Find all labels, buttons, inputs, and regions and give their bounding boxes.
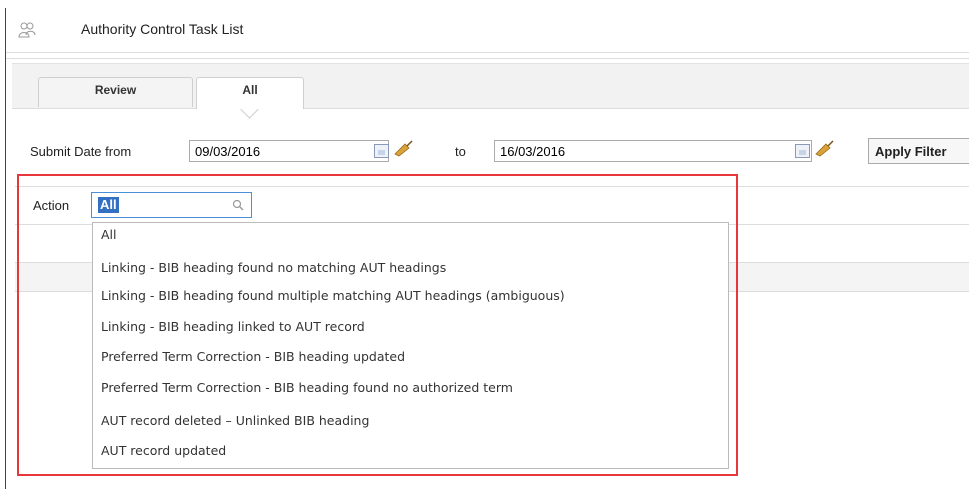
dropdown-option[interactable]: Linking - BIB heading found multiple mat…	[101, 286, 565, 306]
dropdown-option[interactable]: Preferred Term Correction - BIB heading …	[101, 378, 513, 398]
action-dropdown-list: All Linking - BIB heading found no match…	[92, 222, 729, 469]
tab-review[interactable]: Review	[38, 77, 193, 107]
calendar-icon-to[interactable]	[795, 144, 810, 158]
tab-bar: Review All	[12, 63, 969, 119]
clear-date-to-icon[interactable]	[814, 140, 834, 158]
dropdown-option[interactable]: AUT record deleted – Unlinked BIB headin…	[101, 411, 369, 431]
clear-date-icon[interactable]	[393, 140, 413, 158]
date-to-input[interactable]	[494, 140, 812, 162]
apply-filter-button[interactable]: Apply Filter	[868, 138, 969, 164]
users-icon	[18, 22, 36, 38]
dropdown-option[interactable]: All	[101, 225, 117, 245]
dropdown-option[interactable]: AUT record updated	[101, 441, 226, 461]
action-selected-value: All	[98, 197, 119, 213]
active-tab-pointer	[240, 100, 259, 119]
header-divider	[6, 58, 969, 59]
search-icon	[232, 199, 244, 211]
date-to-label: to	[455, 144, 466, 159]
action-filter-combobox[interactable]: All	[91, 192, 252, 218]
dropdown-option[interactable]: Preferred Term Correction - BIB heading …	[101, 347, 405, 367]
title-bar: Authority Control Task List	[6, 8, 969, 53]
page-title: Authority Control Task List	[81, 21, 244, 37]
action-label: Action	[33, 198, 70, 213]
submit-date-from-label: Submit Date from	[30, 144, 132, 159]
dropdown-option[interactable]: Linking - BIB heading linked to AUT reco…	[101, 317, 365, 337]
dropdown-option[interactable]: Linking - BIB heading found no matching …	[101, 258, 446, 278]
tab-all-label: All	[242, 83, 258, 97]
tab-all[interactable]: All	[196, 77, 304, 119]
grid-divider	[15, 186, 969, 187]
calendar-icon[interactable]	[374, 144, 389, 158]
date-from-input[interactable]	[189, 140, 389, 162]
window-left-border	[5, 8, 6, 489]
date-filter-row: Submit Date from to Apply Filter	[6, 136, 969, 170]
